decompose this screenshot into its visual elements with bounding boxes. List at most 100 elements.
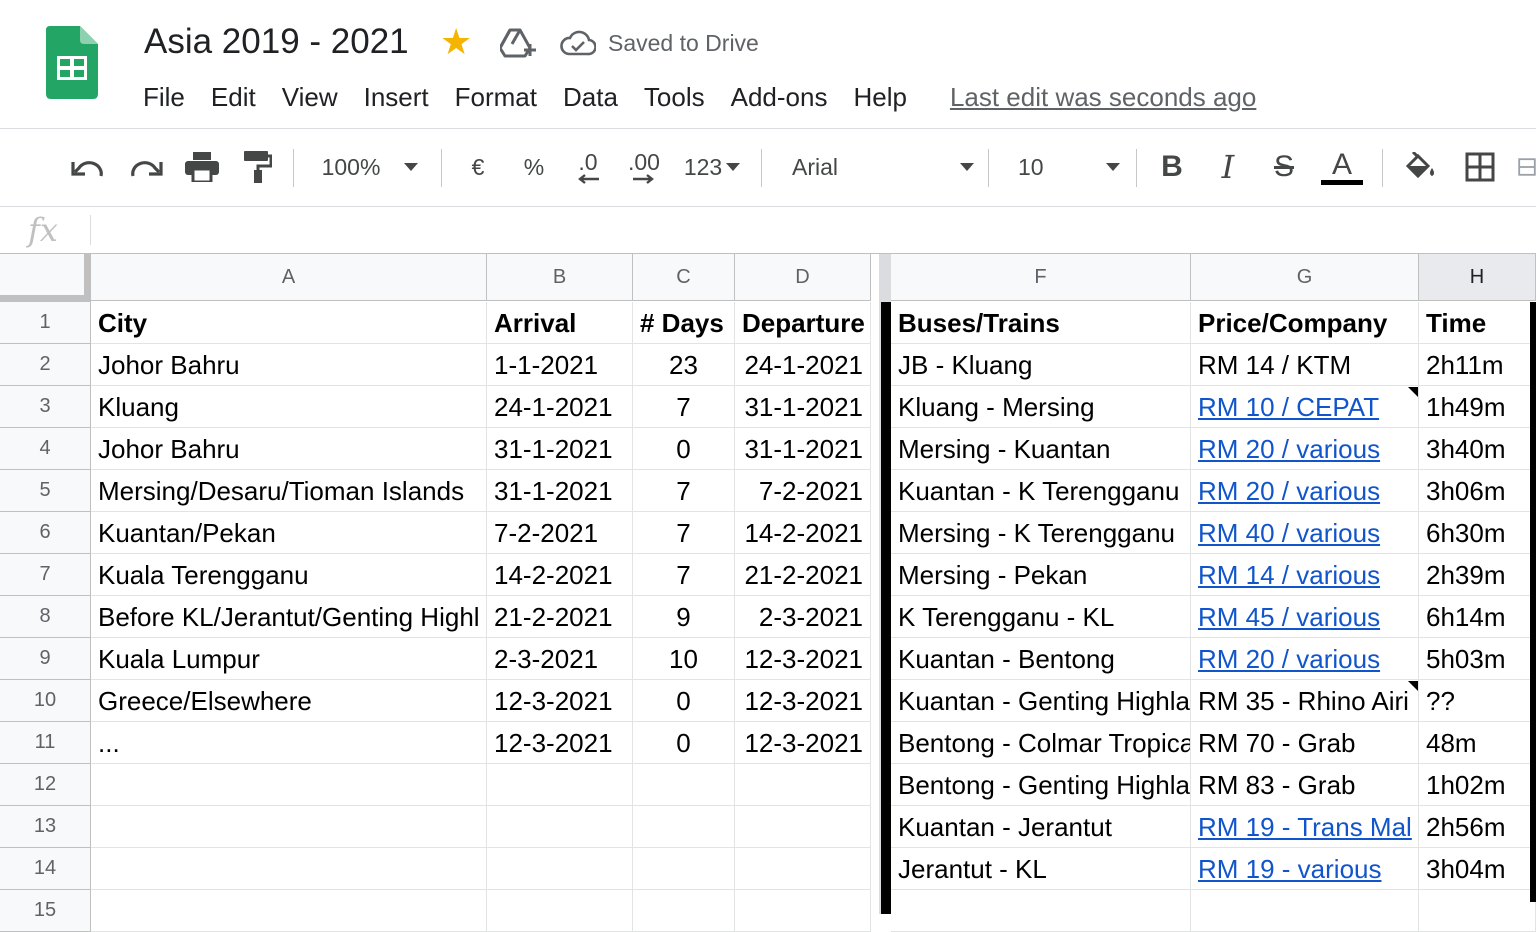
menu-help[interactable]: Help xyxy=(840,80,919,116)
table-cell[interactable]: Mersing/Desaru/Tioman Islands xyxy=(91,470,487,512)
table-cell[interactable]: 1h02m xyxy=(1419,764,1536,806)
table-cell[interactable] xyxy=(487,764,633,806)
table-cell[interactable]: 24-1-2021 xyxy=(487,386,633,428)
row-header[interactable]: 14 xyxy=(0,848,91,890)
table-cell[interactable]: 6h30m xyxy=(1419,512,1536,554)
menu-data[interactable]: Data xyxy=(550,80,631,116)
note-indicator-icon[interactable] xyxy=(1408,387,1418,397)
more-formats-button[interactable]: 123 xyxy=(678,147,746,187)
table-cell[interactable]: RM 83 - Grab xyxy=(1191,764,1419,806)
currency-format-button[interactable]: € xyxy=(458,147,498,187)
fill-color-button[interactable] xyxy=(1400,147,1440,187)
table-cell[interactable] xyxy=(891,890,1191,932)
table-cell[interactable]: RM 20 / various xyxy=(1191,638,1419,680)
table-cell[interactable]: Buses/Trains xyxy=(891,302,1191,344)
table-cell[interactable]: Kuala Lumpur xyxy=(91,638,487,680)
row-header[interactable]: 11 xyxy=(0,722,91,764)
table-cell[interactable] xyxy=(91,890,487,932)
table-cell[interactable]: Kuantan - Jerantut xyxy=(891,806,1191,848)
menu-edit[interactable]: Edit xyxy=(198,80,269,116)
frozen-column-handle[interactable] xyxy=(84,254,91,301)
italic-button[interactable]: I xyxy=(1208,147,1248,187)
move-to-drive-icon[interactable] xyxy=(500,28,536,58)
table-cell[interactable]: 5h03m xyxy=(1419,638,1536,680)
table-cell[interactable]: JB - Kluang xyxy=(891,344,1191,386)
table-cell[interactable]: 7 xyxy=(633,386,735,428)
table-cell[interactable]: City xyxy=(91,302,487,344)
table-cell[interactable]: Kluang - Mersing xyxy=(891,386,1191,428)
table-cell[interactable]: 31-1-2021 xyxy=(487,470,633,512)
table-cell[interactable]: ?? xyxy=(1419,680,1536,722)
paint-format-button[interactable] xyxy=(236,147,280,187)
table-cell[interactable]: 9 xyxy=(633,596,735,638)
menu-tools[interactable]: Tools xyxy=(631,80,718,116)
borders-button[interactable] xyxy=(1460,147,1500,187)
table-cell[interactable] xyxy=(633,806,735,848)
table-cell[interactable]: 7 xyxy=(633,470,735,512)
print-button[interactable] xyxy=(180,147,224,187)
table-cell[interactable]: RM 40 / various xyxy=(1191,512,1419,554)
table-cell[interactable]: 12-3-2021 xyxy=(735,638,871,680)
row-header[interactable]: 15 xyxy=(0,890,91,932)
table-cell[interactable]: Before KL/Jerantut/Genting Highl xyxy=(91,596,487,638)
row-header[interactable]: 13 xyxy=(0,806,91,848)
table-cell[interactable]: 31-1-2021 xyxy=(487,428,633,470)
decrease-decimals-button[interactable]: .0 xyxy=(566,147,610,187)
menu-format[interactable]: Format xyxy=(442,80,550,116)
undo-button[interactable] xyxy=(66,147,110,187)
row-header[interactable]: 4 xyxy=(0,428,91,470)
table-cell[interactable]: 2h56m xyxy=(1419,806,1536,848)
table-cell[interactable]: 7 xyxy=(633,554,735,596)
table-cell[interactable]: 7 xyxy=(633,512,735,554)
table-cell[interactable] xyxy=(735,764,871,806)
table-cell[interactable]: Time xyxy=(1419,302,1536,344)
table-cell[interactable]: 12-3-2021 xyxy=(487,722,633,764)
menu-file[interactable]: File xyxy=(130,80,198,116)
table-cell[interactable]: 2-3-2021 xyxy=(735,596,871,638)
table-cell[interactable] xyxy=(633,890,735,932)
table-cell[interactable]: Bentong - Colmar Tropica xyxy=(891,722,1191,764)
table-cell[interactable]: K Terengganu - KL xyxy=(891,596,1191,638)
table-cell[interactable]: 7-2-2021 xyxy=(735,470,871,512)
table-cell[interactable]: RM 35 - Rhino Airi xyxy=(1191,680,1419,722)
table-cell[interactable] xyxy=(735,806,871,848)
table-cell[interactable]: RM 20 / various xyxy=(1191,428,1419,470)
table-cell[interactable]: Mersing - K Terengganu xyxy=(891,512,1191,554)
table-cell[interactable]: Kuantan - Bentong xyxy=(891,638,1191,680)
table-cell[interactable]: Arrival xyxy=(487,302,633,344)
menu-insert[interactable]: Insert xyxy=(351,80,442,116)
table-cell[interactable]: RM 19 - Trans Mal xyxy=(1191,806,1419,848)
menu-view[interactable]: View xyxy=(269,80,351,116)
table-cell[interactable] xyxy=(735,890,871,932)
table-cell[interactable] xyxy=(735,848,871,890)
document-title[interactable]: Asia 2019 - 2021 xyxy=(144,22,409,62)
row-header[interactable]: 9 xyxy=(0,638,91,680)
last-edit-link[interactable]: Last edit was seconds ago xyxy=(950,80,1256,116)
table-cell[interactable]: RM 19 - various xyxy=(1191,848,1419,890)
table-cell[interactable]: 1-1-2021 xyxy=(487,344,633,386)
table-cell[interactable]: Kuantan - K Terengganu xyxy=(891,470,1191,512)
table-cell[interactable]: 3h04m xyxy=(1419,848,1536,890)
table-cell[interactable]: RM 20 / various xyxy=(1191,470,1419,512)
table-cell[interactable]: RM 70 - Grab xyxy=(1191,722,1419,764)
table-cell[interactable]: RM 45 / various xyxy=(1191,596,1419,638)
row-header[interactable]: 7 xyxy=(0,554,91,596)
table-cell[interactable]: # Days xyxy=(633,302,735,344)
table-cell[interactable]: Departure xyxy=(735,302,871,344)
column-header-c[interactable]: C xyxy=(633,254,735,301)
table-cell[interactable]: 31-1-2021 xyxy=(735,428,871,470)
menu-addons[interactable]: Add-ons xyxy=(718,80,841,116)
row-header[interactable]: 8 xyxy=(0,596,91,638)
text-color-button[interactable]: A xyxy=(1320,147,1364,187)
table-cell[interactable]: 12-3-2021 xyxy=(487,680,633,722)
table-cell[interactable]: 12-3-2021 xyxy=(735,680,871,722)
table-cell[interactable] xyxy=(633,764,735,806)
zoom-select[interactable]: 100% xyxy=(310,147,430,187)
table-cell[interactable]: 0 xyxy=(633,722,735,764)
table-cell[interactable] xyxy=(487,848,633,890)
table-cell[interactable]: Price/Company xyxy=(1191,302,1419,344)
table-cell[interactable]: 23 xyxy=(633,344,735,386)
strikethrough-button[interactable]: S xyxy=(1264,147,1304,187)
table-cell[interactable]: 21-2-2021 xyxy=(735,554,871,596)
table-cell[interactable]: Kuantan - Genting Highla xyxy=(891,680,1191,722)
